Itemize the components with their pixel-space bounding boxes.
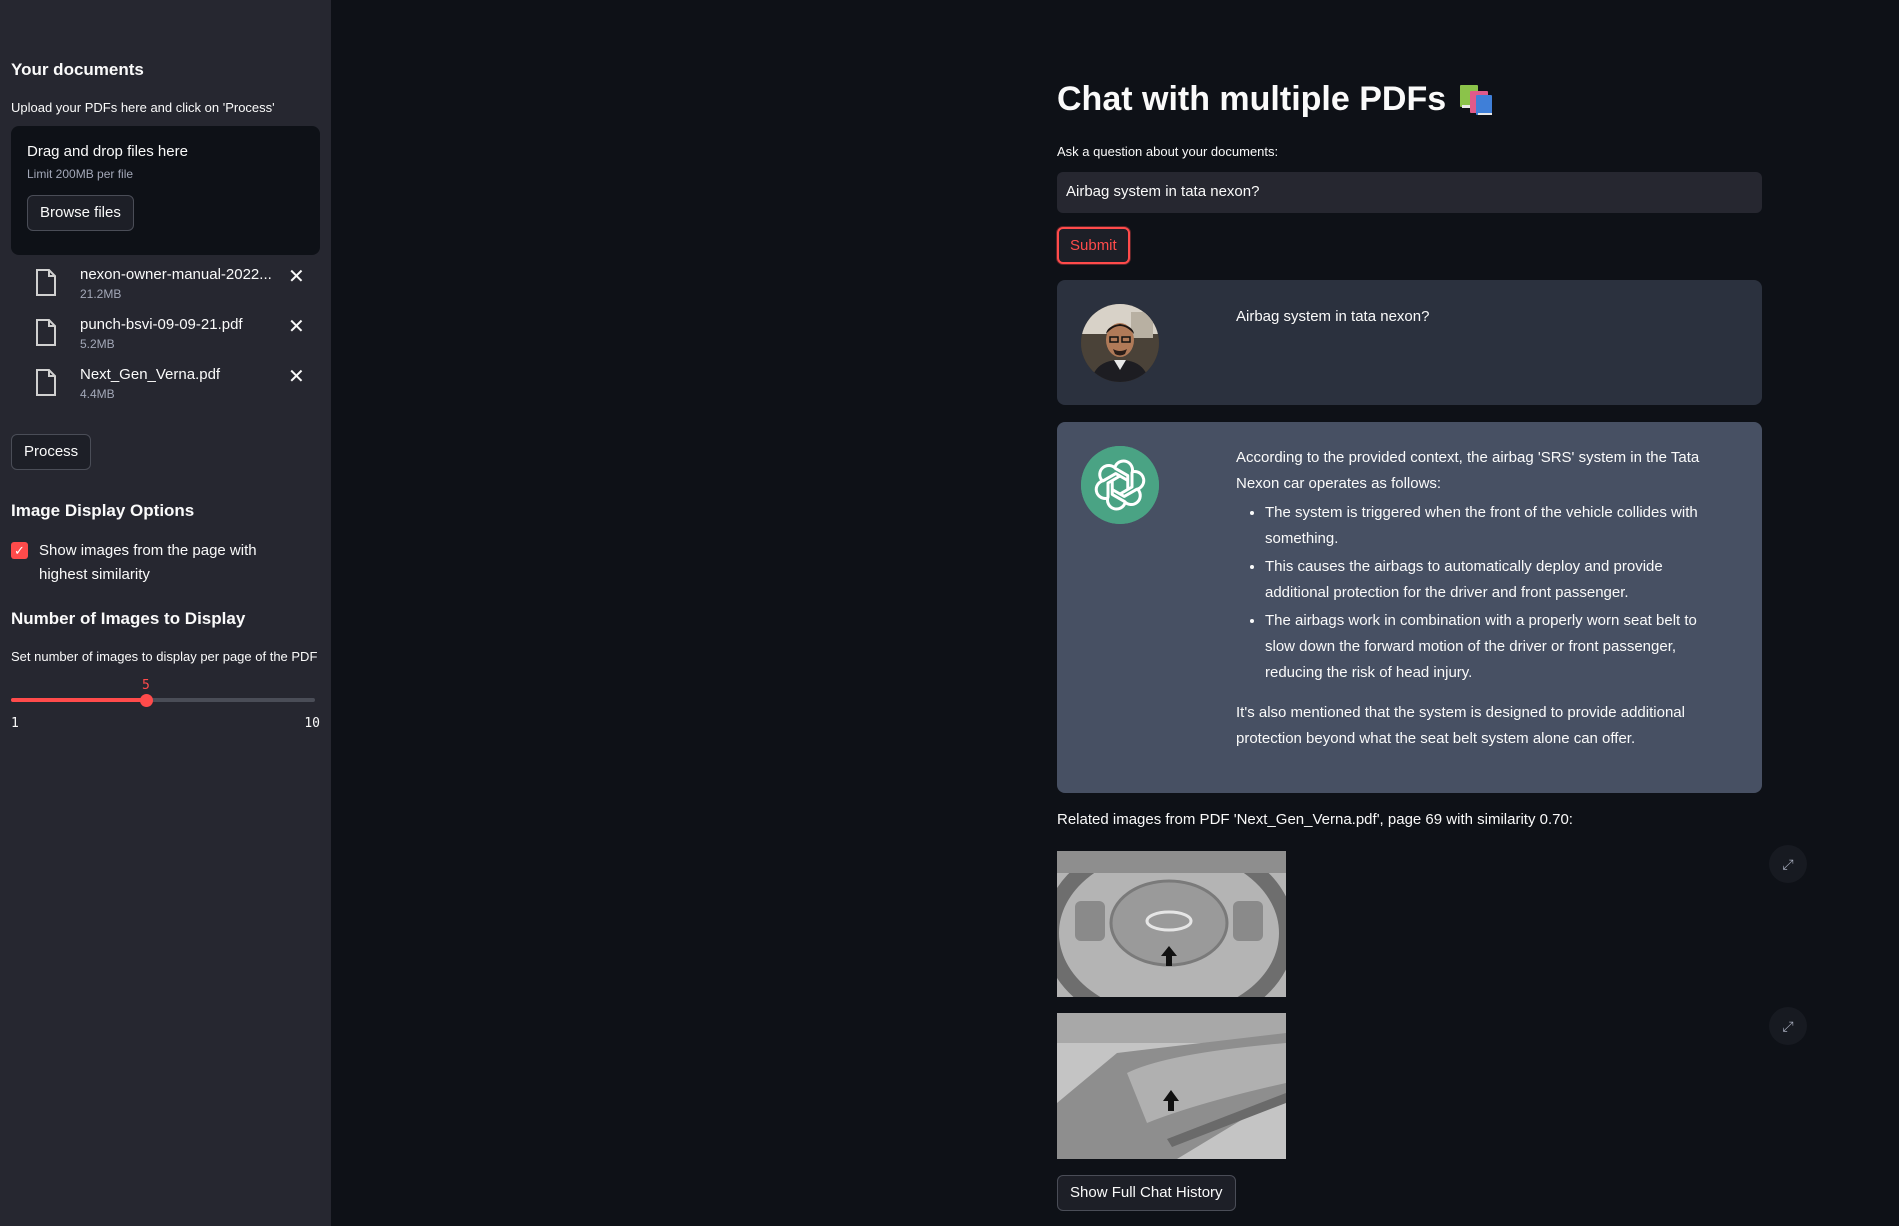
question-input[interactable]: Airbag system in tata nexon? (1057, 172, 1762, 213)
close-icon[interactable]: ✕ (288, 364, 305, 389)
sidebar: Your documents Upload your PDFs here and… (0, 0, 331, 1226)
bot-bullet: This causes the airbags to automatically… (1265, 554, 1726, 606)
image-options-heading: Image Display Options (11, 501, 195, 520)
show-chat-history-button[interactable]: Show Full Chat History (1057, 1175, 1236, 1211)
bot-bullet: The airbags work in combination with a p… (1265, 608, 1726, 686)
slider-max: 10 (304, 716, 320, 731)
file-size: 5.2MB (80, 337, 115, 351)
sidebar-heading: Your documents (11, 60, 144, 79)
file-icon (36, 269, 56, 296)
question-label: Ask a question about your documents: (1057, 144, 1279, 159)
bot-message-text: According to the provided context, the a… (1236, 445, 1726, 752)
slider-value: 5 (142, 678, 150, 693)
file-name: nexon-owner-manual-2022... (80, 266, 272, 283)
checkbox-checked-icon[interactable]: ✓ (11, 542, 28, 559)
user-message-text: Airbag system in tata nexon? (1236, 308, 1430, 325)
related-image-dashboard (1057, 1013, 1286, 1159)
upload-caption: Upload your PDFs here and click on 'Proc… (11, 100, 275, 115)
uploaded-file: punch-bsvi-09-09-21.pdf 5.2MB ✕ (11, 313, 320, 363)
file-name: Next_Gen_Verna.pdf (80, 366, 221, 383)
browse-files-button[interactable]: Browse files (27, 195, 134, 231)
slider-caption: Set number of images to display per page… (11, 649, 318, 664)
submit-button[interactable]: Submit (1057, 227, 1130, 264)
page-title-text: Chat with multiple PDFs (1057, 80, 1447, 118)
close-icon[interactable]: ✕ (288, 264, 305, 289)
file-size: 21.2MB (80, 287, 122, 301)
page-title: Chat with multiple PDFs (1057, 80, 1496, 119)
file-icon (36, 319, 56, 346)
file-dropzone[interactable]: Drag and drop files here Limit 200MB per… (11, 126, 320, 255)
num-images-heading: Number of Images to Display (11, 609, 246, 628)
file-name: punch-bsvi-09-09-21.pdf (80, 316, 243, 333)
dropzone-limit: Limit 200MB per file (27, 167, 134, 181)
show-images-label: Show images from the page with highest s… (39, 542, 257, 583)
user-message: Airbag system in tata nexon? (1057, 280, 1762, 405)
show-images-checkbox[interactable]: ✓ Show images from the page with highest… (11, 539, 320, 587)
bot-bullet-list: The system is triggered when the front o… (1236, 500, 1726, 686)
file-size: 4.4MB (80, 387, 115, 401)
related-images-caption: Related images from PDF 'Next_Gen_Verna.… (1057, 811, 1573, 828)
file-icon (36, 369, 56, 396)
uploaded-file: Next_Gen_Verna.pdf 4.4MB ✕ (11, 363, 320, 413)
dropzone-title: Drag and drop files here (27, 143, 188, 160)
related-image-steering-wheel (1057, 851, 1286, 997)
bot-bullet: The system is triggered when the front o… (1265, 500, 1726, 552)
expand-image-icon[interactable]: ⤢ (1769, 845, 1807, 883)
openai-logo-icon (1081, 446, 1159, 524)
books-icon (1460, 84, 1493, 115)
user-avatar (1081, 304, 1159, 382)
bot-message: According to the provided context, the a… (1057, 422, 1762, 793)
slider-min: 1 (11, 716, 19, 731)
process-button[interactable]: Process (11, 434, 92, 470)
bot-outro: It's also mentioned that the system is d… (1236, 704, 1685, 747)
bot-intro: According to the provided context, the a… (1236, 449, 1700, 492)
slider-thumb[interactable] (140, 694, 153, 707)
uploaded-files-list: nexon-owner-manual-2022... 21.2MB ✕ punc… (11, 263, 320, 413)
expand-image-icon[interactable]: ⤢ (1769, 1007, 1807, 1045)
num-images-slider[interactable]: 5 1 10 (11, 678, 320, 734)
close-icon[interactable]: ✕ (288, 314, 305, 339)
slider-fill (11, 698, 146, 702)
uploaded-file: nexon-owner-manual-2022... 21.2MB ✕ (11, 263, 320, 313)
